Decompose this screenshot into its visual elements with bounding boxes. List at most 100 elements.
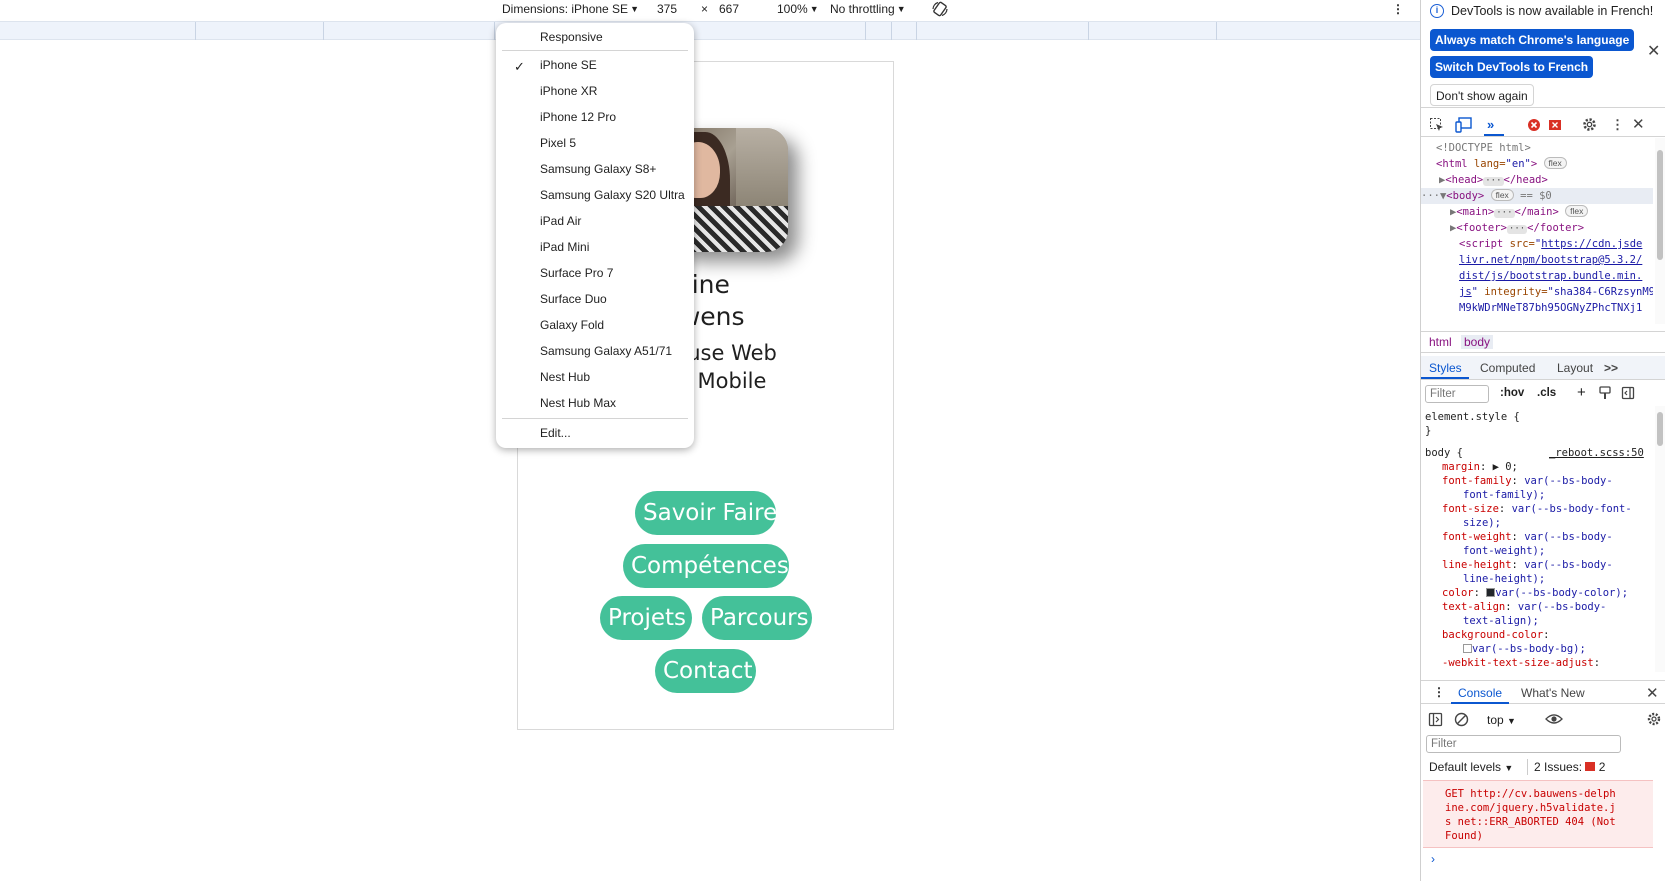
error-line[interactable]: GET http://cv.bauwens-delph xyxy=(1445,787,1616,801)
menu-item-device[interactable]: Samsung Galaxy A51/71 xyxy=(540,343,672,359)
width-input[interactable]: 375 xyxy=(657,2,677,16)
height-input[interactable]: 667 xyxy=(719,2,739,16)
console-settings-icon[interactable] xyxy=(1646,711,1662,730)
menu-item-device[interactable]: Surface Duo xyxy=(540,291,607,307)
drawer-menu-icon[interactable]: ⋮ xyxy=(1433,685,1445,699)
ellipsis-icon[interactable]: ··· xyxy=(1483,177,1504,186)
menu-item-device[interactable]: iPhone SE xyxy=(540,57,597,73)
menu-item-responsive[interactable]: Responsive xyxy=(540,29,603,45)
tab-styles[interactable]: Styles xyxy=(1429,361,1462,375)
css-declaration[interactable]: line-height: var(--bs-body- xyxy=(1442,558,1613,572)
live-expression-eye-icon[interactable] xyxy=(1545,712,1563,729)
error-count-icon[interactable] xyxy=(1527,118,1541,136)
script-src-link[interactable]: livr.net/npm/bootstrap@5.3.2/ xyxy=(1459,252,1642,268)
menu-item-device[interactable]: Nest Hub xyxy=(540,369,590,385)
menu-item-device[interactable]: iPhone XR xyxy=(540,83,597,99)
color-swatch[interactable] xyxy=(1486,588,1496,597)
context-select[interactable]: top ▼ xyxy=(1487,713,1516,727)
issues-link[interactable]: 2 Issues: 2 xyxy=(1534,760,1605,774)
ellipsis-icon[interactable]: ··· xyxy=(1506,225,1528,234)
script-src-link[interactable]: https://cdn.jsde xyxy=(1541,238,1642,250)
elements-scrollbar[interactable] xyxy=(1655,138,1665,324)
css-declaration[interactable]: font-family: var(--bs-body- xyxy=(1442,474,1613,488)
flex-badge[interactable]: flex xyxy=(1490,189,1514,201)
head-node[interactable]: ▶<head> ··· </head> xyxy=(1439,172,1548,188)
menu-item-device[interactable]: iPad Mini xyxy=(540,239,589,255)
main-node[interactable]: ▶<main> ··· </main> flex xyxy=(1450,204,1589,220)
clear-console-icon[interactable] xyxy=(1454,712,1469,730)
script-src-link[interactable]: js xyxy=(1459,286,1472,298)
doctype-node[interactable]: <!DOCTYPE html> xyxy=(1436,140,1531,156)
css-declaration[interactable]: color: var(--bs-body-color); xyxy=(1442,586,1628,600)
menu-item-edit[interactable]: Edit... xyxy=(540,425,571,441)
css-declaration[interactable]: background-color: xyxy=(1442,628,1549,642)
device-select[interactable]: Dimensions: iPhone SE ▼ xyxy=(502,2,639,16)
console-prompt[interactable]: › xyxy=(1431,852,1435,866)
more-tabs-icon[interactable]: » xyxy=(1487,117,1494,133)
sidebar-toggle-icon[interactable] xyxy=(1428,712,1443,730)
menu-item-device[interactable]: Pixel 5 xyxy=(540,135,576,151)
rule-source-link[interactable]: _reboot.scss:50 xyxy=(1549,446,1644,460)
zoom-select[interactable]: 100% ▼ xyxy=(777,2,819,16)
projets-button[interactable]: Projets xyxy=(600,596,692,640)
customize-menu-icon[interactable]: ⋮ xyxy=(1611,117,1624,133)
element-style-rule[interactable]: element.style { xyxy=(1425,410,1520,424)
menu-item-device[interactable]: Galaxy Fold xyxy=(540,317,604,333)
settings-gear-icon[interactable] xyxy=(1581,116,1598,137)
flex-badge[interactable]: flex xyxy=(1565,205,1589,217)
css-declaration[interactable]: margin: ▶ 0; xyxy=(1442,460,1518,474)
dont-show-again-button[interactable]: Don't show again xyxy=(1430,84,1534,106)
toggle-sidebar-icon[interactable] xyxy=(1621,386,1635,403)
log-levels-select[interactable]: Default levels ▼ xyxy=(1429,760,1513,774)
tab-layout[interactable]: Layout xyxy=(1557,361,1593,375)
color-swatch[interactable] xyxy=(1463,644,1472,653)
menu-item-device[interactable]: iPad Air xyxy=(540,213,581,229)
more-options-icon[interactable]: ⋮ xyxy=(1392,2,1404,16)
tab-computed[interactable]: Computed xyxy=(1480,361,1535,375)
scrollbar-thumb[interactable] xyxy=(1657,412,1663,446)
competences-button[interactable]: Compétences xyxy=(623,544,789,588)
paint-brush-icon[interactable] xyxy=(1598,386,1612,403)
tab-console[interactable]: Console xyxy=(1458,686,1502,700)
console-filter-input[interactable]: Filter xyxy=(1426,735,1621,753)
close-icon[interactable]: ✕ xyxy=(1647,44,1660,60)
menu-item-device[interactable]: Surface Pro 7 xyxy=(540,265,613,281)
more-tabs-icon[interactable]: >> xyxy=(1604,361,1618,375)
script-src-link[interactable]: dist/js/bootstrap.bundle.min. xyxy=(1459,268,1642,284)
css-declaration[interactable]: font-size: var(--bs-body-font- xyxy=(1442,502,1632,516)
styles-filter-input[interactable]: Filter xyxy=(1425,385,1489,403)
script-node[interactable]: <script src="https://cdn.jsde xyxy=(1459,236,1642,252)
savoir-faire-button[interactable]: Savoir Faire xyxy=(635,491,777,535)
inspect-element-icon[interactable] xyxy=(1429,117,1445,137)
add-rule-icon[interactable]: + xyxy=(1577,384,1586,401)
parcours-button[interactable]: Parcours xyxy=(702,596,812,640)
rotate-icon[interactable] xyxy=(931,0,949,21)
html-node[interactable]: <html lang="en"> flex xyxy=(1436,156,1567,172)
css-declaration[interactable]: font-weight: var(--bs-body- xyxy=(1442,530,1613,544)
styles-scrollbar[interactable] xyxy=(1655,406,1665,672)
throttling-select[interactable]: No throttling ▼ xyxy=(830,2,906,16)
footer-node[interactable]: ▶<footer> ··· </footer> xyxy=(1450,220,1584,236)
device-toolbar-icon[interactable] xyxy=(1455,117,1473,137)
body-node-selected[interactable]: ···▼<body> flex == $0 xyxy=(1421,188,1653,205)
class-toggle[interactable]: .cls xyxy=(1537,387,1556,399)
media-query-ruler[interactable] xyxy=(0,21,1420,40)
error-line[interactable]: ine.com/jquery.h5validate.j xyxy=(1445,801,1616,815)
issues-count-icon[interactable] xyxy=(1548,118,1562,136)
ellipsis-icon[interactable]: ··· xyxy=(1494,209,1515,218)
menu-item-device[interactable]: iPhone 12 Pro xyxy=(540,109,616,125)
tab-whats-new[interactable]: What's New xyxy=(1521,686,1585,700)
close-devtools-icon[interactable]: ✕ xyxy=(1632,117,1645,133)
contact-button[interactable]: Contact xyxy=(655,649,756,693)
css-declaration[interactable]: text-align: var(--bs-body- xyxy=(1442,600,1606,614)
hover-state-toggle[interactable]: :hov xyxy=(1500,387,1524,399)
always-match-language-button[interactable]: Always match Chrome's language xyxy=(1430,29,1635,51)
menu-item-device[interactable]: Samsung Galaxy S20 Ultra xyxy=(540,187,685,203)
close-drawer-icon[interactable]: ✕ xyxy=(1646,684,1659,702)
menu-item-device[interactable]: Samsung Galaxy S8+ xyxy=(540,161,656,177)
body-rule-selector[interactable]: body { xyxy=(1425,446,1463,460)
css-declaration[interactable]: -webkit-text-size-adjust: xyxy=(1442,656,1600,670)
breadcrumb-body[interactable]: body xyxy=(1461,335,1494,349)
breadcrumb-html[interactable]: html xyxy=(1429,335,1452,349)
scrollbar-thumb[interactable] xyxy=(1657,150,1663,260)
